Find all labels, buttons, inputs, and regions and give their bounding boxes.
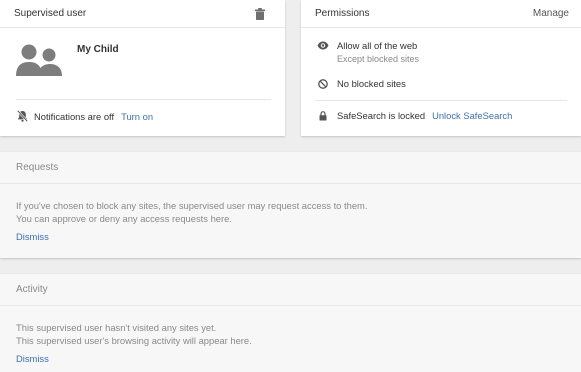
safesearch-row: SafeSearch is locked Unlock SafeSearch: [317, 110, 512, 121]
requests-description: If you've chosen to block any sites, the…: [16, 199, 367, 225]
bell-off-icon: [16, 110, 28, 122]
supervised-user-card: Supervised user My Child Notifications a…: [0, 0, 285, 136]
activity-header: Activity: [0, 274, 581, 306]
people-icon: [16, 44, 62, 76]
requests-line-2: You can approve or deny any access reque…: [16, 213, 232, 224]
permissions-title: Permissions: [315, 8, 370, 19]
user-name: My Child: [77, 44, 119, 55]
requests-title: Requests: [16, 162, 59, 173]
eye-icon: [317, 41, 329, 50]
supervised-user-title: Supervised user: [14, 8, 87, 19]
safesearch-status: SafeSearch is locked: [337, 110, 426, 121]
requests-header: Requests: [0, 152, 581, 184]
activity-description: This supervised user hasn't visited any …: [16, 321, 252, 347]
notifications-row: Notifications are off Turn on: [16, 110, 153, 122]
divider: [16, 99, 271, 100]
divider: [315, 100, 567, 101]
activity-line-1: This supervised user hasn't visited any …: [16, 322, 217, 333]
turn-on-link[interactable]: Turn on: [121, 111, 153, 122]
blocked-sites-text: No blocked sites: [337, 78, 406, 89]
blocked-sites-row: No blocked sites: [317, 78, 406, 89]
allow-web-subtitle: Except blocked sites: [337, 54, 420, 64]
permissions-card: Permissions Manage Allow all of the web …: [301, 0, 581, 136]
requests-line-1: If you've chosen to block any sites, the…: [16, 200, 368, 211]
requests-card: Requests If you've chosen to block any s…: [0, 152, 581, 258]
supervised-user-header: Supervised user: [0, 0, 285, 28]
block-icon: [317, 79, 329, 89]
permissions-header: Permissions Manage: [301, 0, 581, 28]
avatar: [16, 44, 62, 76]
lock-icon: [317, 111, 329, 121]
activity-card: Activity This supervised user hasn't vis…: [0, 274, 581, 372]
allow-web-row: Allow all of the web Except blocked site…: [317, 40, 419, 64]
requests-dismiss-link[interactable]: Dismiss: [16, 231, 49, 242]
activity-title: Activity: [16, 284, 48, 295]
trash-icon[interactable]: [253, 7, 267, 21]
manage-link[interactable]: Manage: [533, 8, 569, 19]
allow-web-title: Allow all of the web: [337, 40, 418, 51]
activity-line-2: This supervised user's browsing activity…: [16, 335, 252, 346]
notifications-status: Notifications are off: [34, 110, 115, 122]
activity-dismiss-link[interactable]: Dismiss: [16, 353, 49, 364]
unlock-safesearch-link[interactable]: Unlock SafeSearch: [432, 110, 512, 121]
